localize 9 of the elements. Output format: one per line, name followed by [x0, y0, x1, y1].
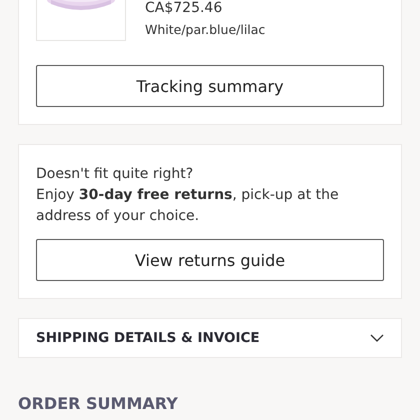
shipping-accordion[interactable]: SHIPPING DETAILS & INVOICE [18, 318, 402, 358]
order-summary-heading: ORDER SUMMARY [18, 394, 179, 413]
price: CA$725.46 [145, 0, 224, 16]
chevron-icon [370, 334, 384, 342]
returns-guide-button[interactable]: View returns guide [36, 239, 384, 281]
tracking-summary-button[interactable]: Tracking summary [36, 65, 384, 107]
color-variant: White/par.blue/lilac [145, 22, 266, 37]
returns-question: Doesn't fit quite right? [36, 165, 194, 184]
returns-text: Enjoy 30-day free returns, pick-up at the address of your choice. [36, 186, 340, 226]
